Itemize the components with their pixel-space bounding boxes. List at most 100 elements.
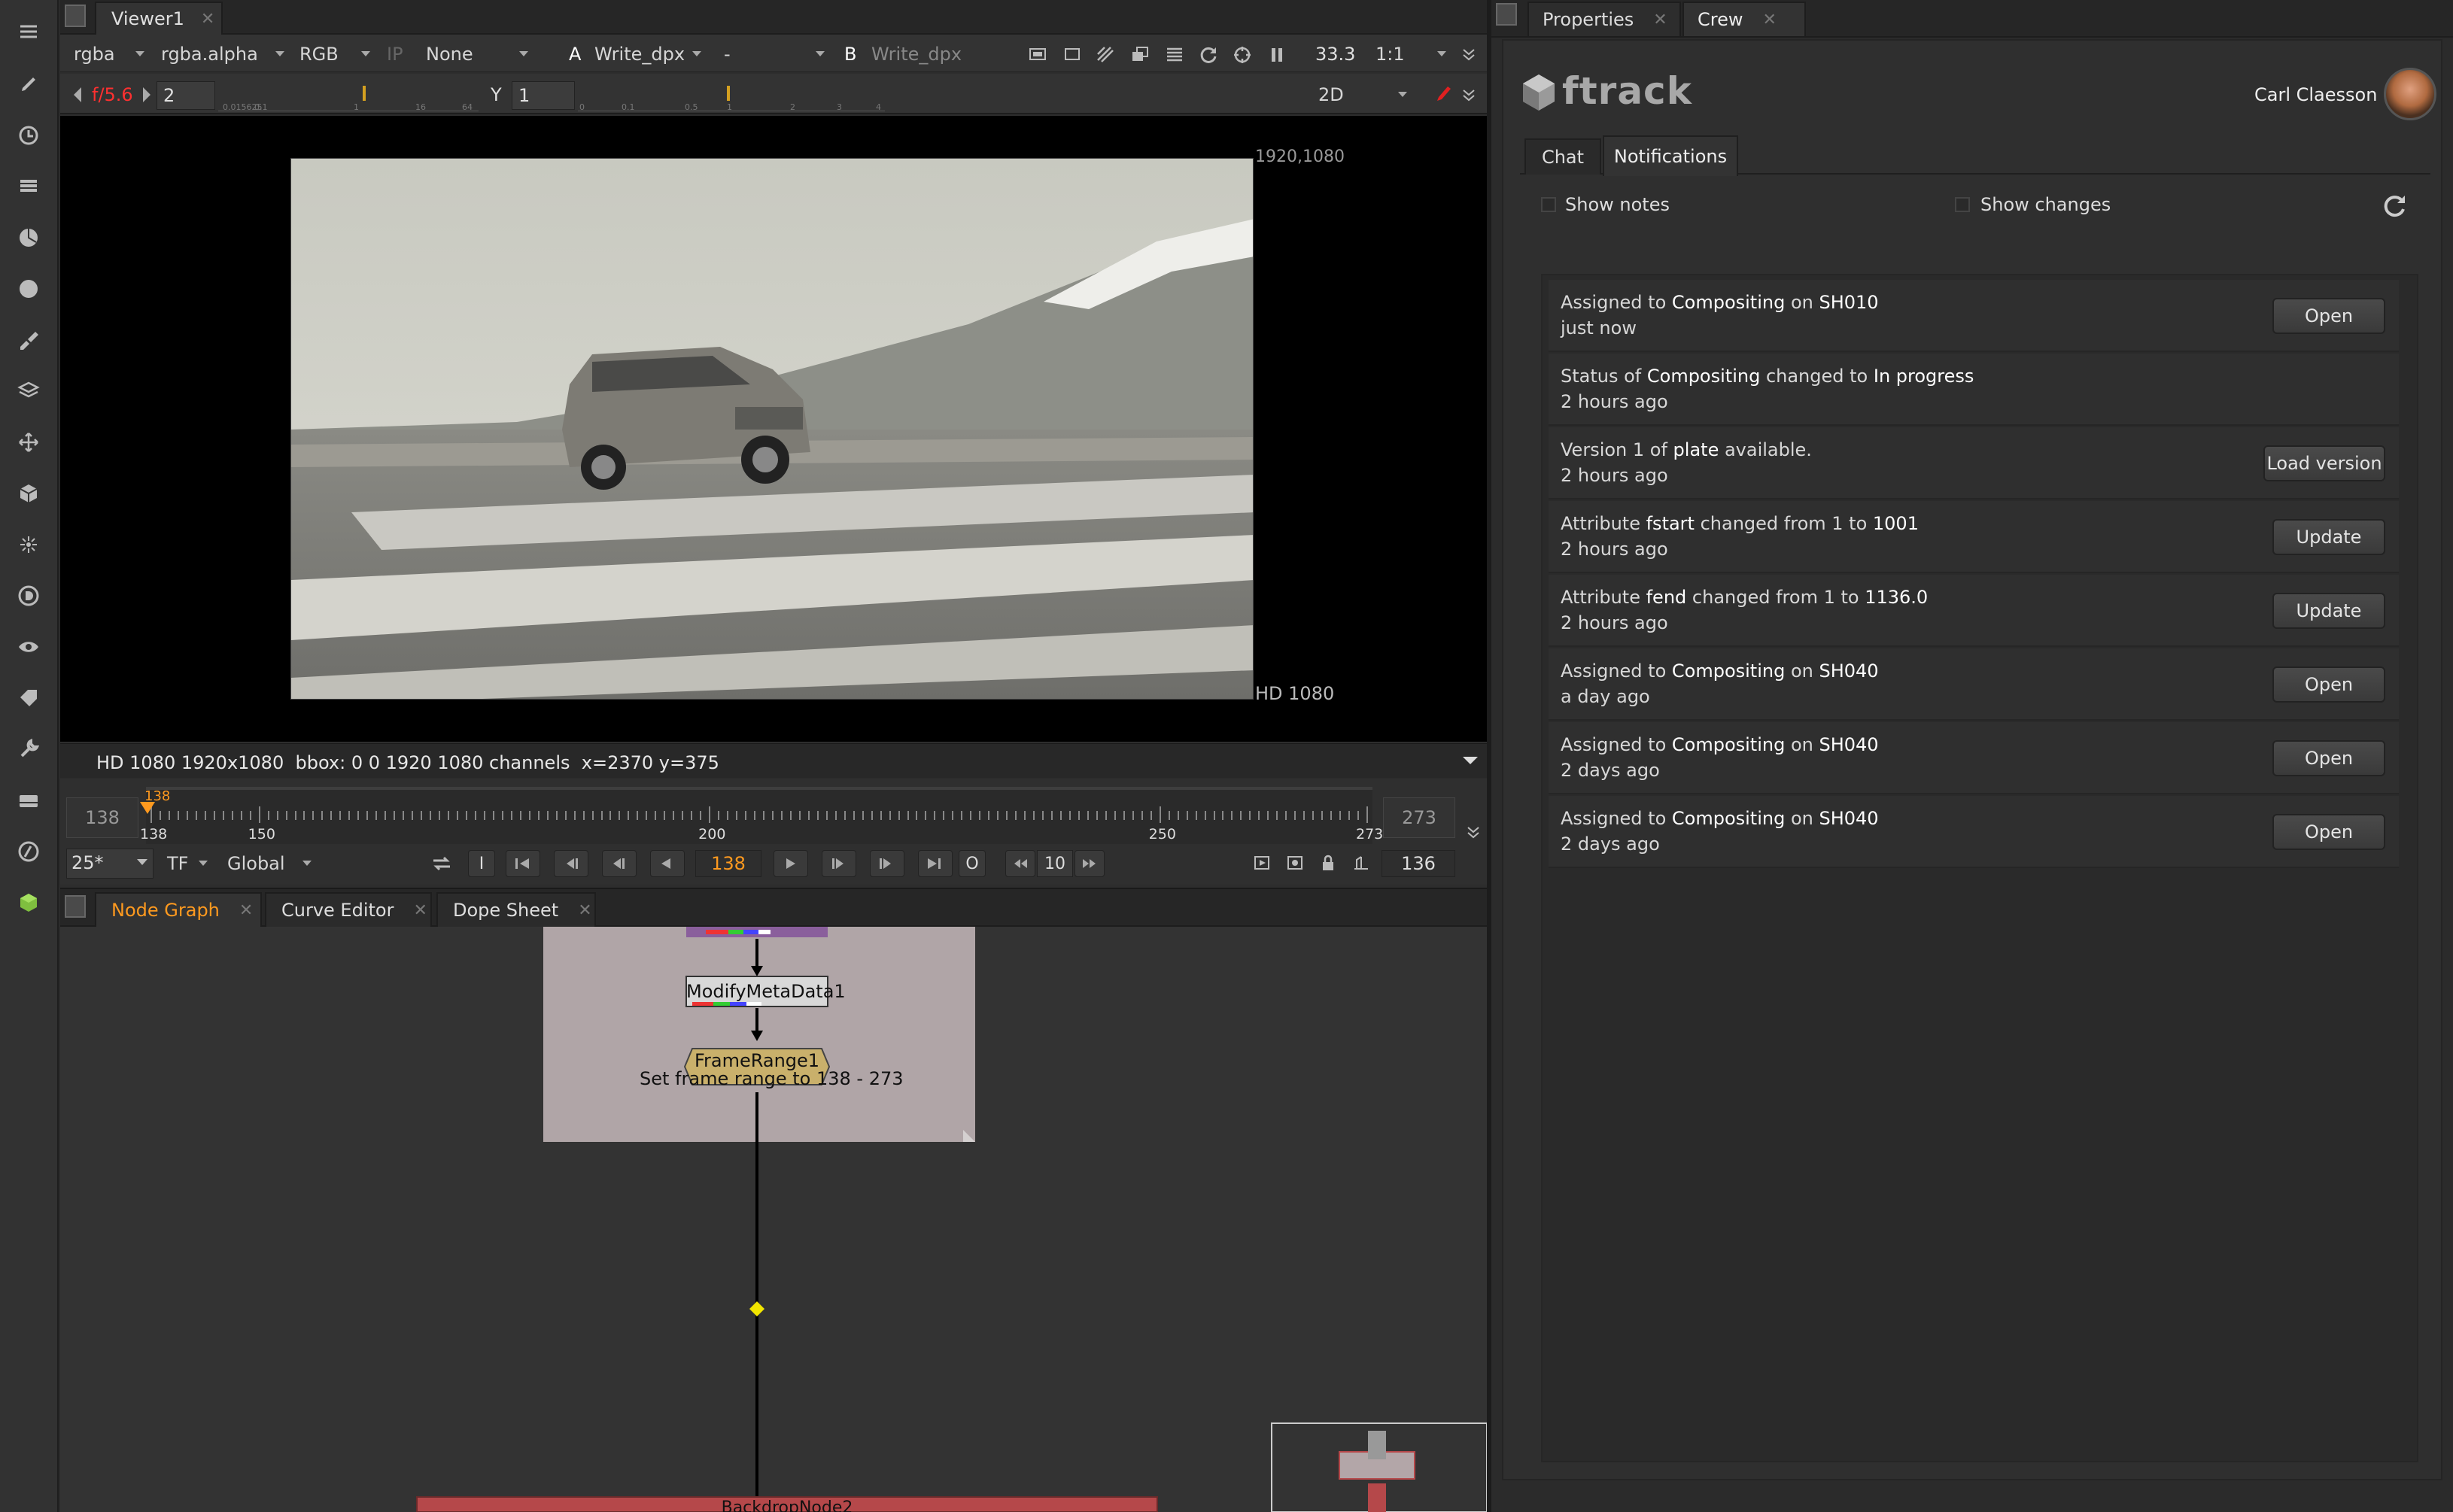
tf-dropdown[interactable]: TF — [167, 853, 208, 874]
cube-icon[interactable] — [14, 478, 44, 509]
tab-dope-sheet[interactable]: Dope Sheet ✕ — [436, 892, 596, 927]
roi-icon[interactable] — [1026, 44, 1049, 66]
tab-crew[interactable]: Crew ✕ — [1682, 2, 1806, 36]
play-forward-button[interactable] — [774, 850, 808, 877]
pane-menu-icon-3[interactable] — [1496, 3, 1517, 26]
fstop-right-arrow-icon[interactable] — [143, 87, 150, 102]
refresh-viewer-icon[interactable] — [1198, 44, 1220, 66]
guides-icon[interactable] — [1163, 44, 1186, 66]
flipbook-icon[interactable] — [1251, 852, 1273, 874]
wipe-icon[interactable] — [1094, 44, 1117, 66]
prev-frame-button[interactable] — [602, 850, 637, 877]
fps-dropdown-icon[interactable] — [137, 859, 147, 865]
subtab-chat[interactable]: Chat — [1524, 138, 1601, 175]
show-changes-checkbox[interactable] — [1955, 197, 1970, 212]
alpha-dropdown[interactable]: rgba.alpha — [161, 44, 284, 65]
circle-icon[interactable] — [14, 274, 44, 304]
close-icon[interactable]: ✕ — [1763, 11, 1777, 29]
input-a-dropdown[interactable]: Write_dpx — [594, 44, 701, 65]
wrench-icon[interactable] — [14, 734, 44, 764]
gamma-field[interactable]: 1 — [512, 81, 575, 110]
region-icon[interactable] — [1061, 44, 1084, 66]
expand-icon[interactable] — [1458, 44, 1479, 65]
fstop-value[interactable]: f/5.6 — [92, 84, 133, 105]
zoom-value[interactable]: 33.3 — [1315, 44, 1355, 65]
pane-menu-icon-2[interactable] — [65, 895, 86, 918]
ftrack-icon[interactable] — [14, 888, 44, 918]
ratio-dropdown[interactable]: 1:1 — [1375, 44, 1446, 65]
prev-keyframe-button[interactable] — [554, 850, 588, 877]
pause-icon[interactable] — [1266, 44, 1288, 66]
scope-dropdown[interactable]: Global — [227, 853, 312, 874]
notification-load-version-button[interactable]: Load version — [2263, 445, 2385, 481]
timeline-out-field[interactable]: 273 — [1383, 797, 1455, 838]
avatar[interactable] — [2384, 68, 2436, 120]
timeline-expand-icon[interactable] — [1463, 821, 1484, 843]
subtab-notifications[interactable]: Notifications — [1603, 135, 1738, 176]
last-frame-button[interactable] — [918, 850, 953, 877]
notification-open-button[interactable]: Open — [2272, 666, 2385, 703]
notification-update-button[interactable]: Update — [2272, 593, 2385, 629]
speed-icon[interactable] — [14, 836, 44, 867]
tab-node-graph[interactable]: Node Graph ✕ — [95, 892, 262, 927]
notification-open-button[interactable]: Open — [2272, 740, 2385, 776]
move-icon[interactable] — [14, 427, 44, 457]
cache-icon[interactable] — [1350, 852, 1372, 874]
color-wheel-icon[interactable] — [14, 223, 44, 253]
close-icon[interactable]: ✕ — [578, 901, 591, 920]
gamma-slider-handle[interactable] — [727, 86, 730, 101]
tag-icon[interactable] — [14, 683, 44, 713]
step-back-button[interactable] — [1005, 850, 1035, 877]
overlay-icon[interactable] — [1129, 44, 1151, 66]
close-icon[interactable]: ✕ — [201, 10, 214, 29]
notification-update-button[interactable]: Update — [2272, 519, 2385, 555]
gain-slider-handle[interactable] — [363, 86, 366, 101]
node-graph[interactable]: ModifyMetaData1 FrameRange1 Set frame ra… — [60, 927, 1487, 1512]
step-forward-button[interactable] — [1075, 850, 1105, 877]
tab-properties[interactable]: Properties ✕ — [1527, 2, 1681, 36]
view-mode-dropdown[interactable]: 2D — [1318, 84, 1407, 105]
in-point-button[interactable]: I — [468, 850, 495, 877]
notification-open-button[interactable]: Open — [2272, 298, 2385, 334]
loop-mode-icon[interactable] — [427, 849, 457, 879]
gain-field[interactable]: 2 — [157, 81, 215, 110]
play-backward-button[interactable] — [650, 850, 685, 877]
paint-brush-icon[interactable] — [1433, 84, 1454, 105]
stack-icon[interactable] — [14, 172, 44, 202]
particles-icon[interactable] — [14, 530, 44, 560]
node-backdrop2[interactable]: BackdropNode2 — [417, 1498, 1157, 1512]
tab-curve-editor[interactable]: Curve Editor ✕ — [265, 892, 432, 927]
close-icon[interactable]: ✕ — [413, 901, 427, 920]
node-modify-metadata[interactable]: ModifyMetaData1 — [686, 981, 846, 1002]
input-b-dropdown[interactable]: Write_dpx — [871, 44, 962, 65]
step-field[interactable]: 10 — [1037, 850, 1073, 877]
pane-menu-icon[interactable] — [65, 5, 86, 27]
close-icon[interactable]: ✕ — [239, 901, 253, 920]
eye-icon[interactable] — [14, 632, 44, 662]
clock-icon[interactable] — [14, 120, 44, 150]
end-frame-field[interactable]: 136 — [1382, 850, 1455, 877]
next-keyframe-button[interactable] — [870, 850, 904, 877]
notification-open-button[interactable]: Open — [2272, 814, 2385, 850]
colorspace-dropdown[interactable]: RGB — [299, 44, 370, 65]
next-frame-button[interactable] — [822, 850, 856, 877]
deep-icon[interactable] — [14, 581, 44, 611]
pen-icon[interactable] — [14, 69, 44, 99]
show-notes-checkbox[interactable] — [1541, 197, 1556, 212]
refresh-icon[interactable] — [2381, 191, 2409, 220]
expand-icon-2[interactable] — [1458, 84, 1479, 105]
ip-toggle[interactable]: IP — [387, 44, 403, 65]
lut-dropdown[interactable]: None — [426, 44, 528, 65]
lock-frame-icon[interactable] — [1317, 852, 1339, 874]
frame-field[interactable]: 138 — [695, 850, 761, 877]
fstop-left-arrow-icon[interactable] — [74, 87, 81, 102]
wipe-dropdown[interactable]: - — [724, 44, 825, 65]
channels-dropdown[interactable]: rgba — [74, 44, 144, 65]
tab-viewer1[interactable]: Viewer1 ✕ — [95, 2, 223, 35]
capture-icon[interactable] — [1284, 852, 1306, 874]
hdd-icon[interactable] — [14, 785, 44, 815]
out-point-button[interactable]: O — [959, 850, 986, 877]
lock-icon[interactable] — [1231, 44, 1254, 66]
paint-icon[interactable] — [14, 325, 44, 355]
layers-icon[interactable] — [14, 376, 44, 406]
